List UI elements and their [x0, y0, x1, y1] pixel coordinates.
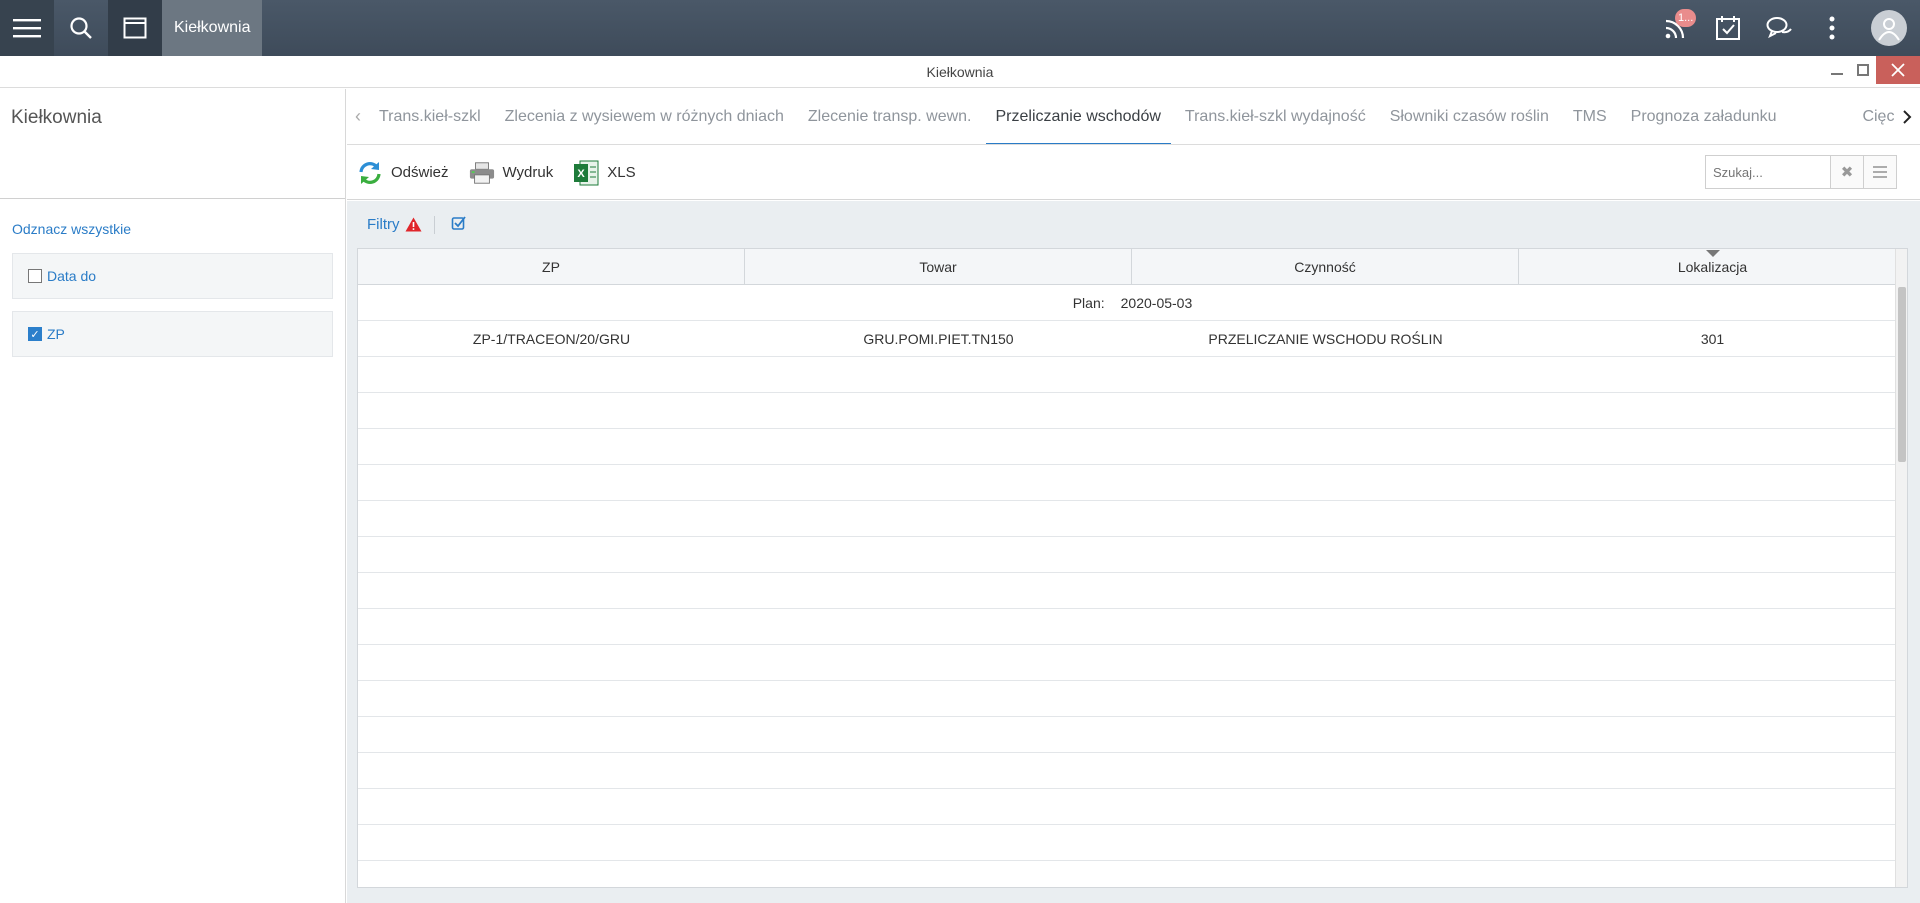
filters-link[interactable]: Filtry — [367, 216, 400, 233]
empty-rows — [358, 357, 1907, 887]
svg-text:X: X — [578, 168, 586, 180]
close-icon[interactable] — [1876, 56, 1920, 84]
tab-scroll-right-icon[interactable] — [1894, 89, 1920, 144]
hamburger-menu-icon[interactable] — [0, 0, 54, 56]
cell-zp: ZP-1/TRACEON/20/GRU — [472, 330, 631, 347]
checkbox[interactable] — [28, 269, 42, 283]
column-header-label: Lokalizacja — [1677, 258, 1748, 275]
refresh-button[interactable]: Odśwież — [357, 160, 449, 186]
refresh-icon — [357, 160, 383, 186]
empty-table-row — [358, 825, 1907, 861]
vertical-scrollbar[interactable] — [1895, 249, 1907, 887]
search-icon[interactable] — [54, 0, 108, 56]
tab-tms[interactable]: TMS — [1561, 89, 1619, 144]
tab-bar: ‹ Trans.kieł-szkl Zlecenia z wysiewem w … — [347, 89, 1920, 145]
empty-table-row — [358, 573, 1907, 609]
tab-slowniki-czasow[interactable]: Słowniki czasów roślin — [1378, 89, 1561, 144]
refresh-label: Odśwież — [391, 164, 449, 181]
grid-header: ZP Towar Czynność Lokalizacja — [358, 249, 1907, 285]
xls-label: XLS — [607, 164, 636, 181]
filter-label: Data do — [47, 268, 97, 284]
empty-table-row — [358, 717, 1907, 753]
xls-button[interactable]: X XLS — [573, 160, 636, 186]
unselect-all-link[interactable]: Odznacz wszystkie — [12, 221, 345, 237]
empty-table-row — [358, 429, 1907, 465]
warning-icon — [405, 217, 422, 232]
data-grid: ZP Towar Czynność Lokalizacja Plan: 2020… — [357, 248, 1908, 888]
toolbar: Odśwież Wydruk X XLS ✖ — [347, 146, 1920, 200]
chat-icon[interactable] — [1754, 0, 1806, 56]
window-controls — [1824, 56, 1920, 84]
calendar-check-icon[interactable] — [1702, 0, 1754, 56]
maximize-icon[interactable] — [1850, 56, 1876, 84]
column-header-zp[interactable]: ZP — [358, 249, 745, 284]
cell-towar: GRU.POMI.PIET.TN150 — [863, 330, 1014, 347]
tab-prognoza-zaladunku[interactable]: Prognoza załadunku — [1619, 89, 1789, 144]
print-button[interactable]: Wydruk — [469, 160, 554, 186]
divider — [433, 215, 435, 234]
print-label: Wydruk — [502, 164, 554, 181]
empty-table-row — [358, 753, 1907, 789]
group-label: Plan: — [1072, 294, 1105, 311]
active-app-tab[interactable]: Kiełkownia — [162, 0, 263, 56]
filter-bar: Filtry — [347, 201, 1920, 248]
excel-icon: X — [573, 160, 599, 186]
empty-table-row — [358, 789, 1907, 825]
feed-icon[interactable]: 1... — [1650, 0, 1702, 56]
filter-item-zp[interactable]: ✓ ZP — [12, 311, 333, 357]
content-area: Filtry ZP Towar Czynność Lokalizacja Pla… — [347, 201, 1920, 903]
edit-filter-icon[interactable] — [451, 215, 467, 235]
tab-zlecenia-wysiew[interactable]: Zlecenia z wysiewem w różnych dniach — [493, 89, 796, 144]
empty-table-row — [358, 357, 1907, 393]
top-bar: Kiełkownia 1... — [0, 0, 1920, 56]
minimize-icon[interactable] — [1824, 56, 1850, 84]
empty-table-row — [358, 609, 1907, 645]
column-header-lokalizacja[interactable]: Lokalizacja — [1519, 249, 1906, 284]
panel-title: Kiełkownia — [0, 89, 345, 199]
cell-lokalizacja: 301 — [1700, 330, 1725, 347]
empty-table-row — [358, 537, 1907, 573]
list-menu-icon[interactable] — [1863, 156, 1896, 188]
window-icon[interactable] — [108, 0, 162, 56]
checkbox-checked[interactable]: ✓ — [28, 327, 42, 341]
user-icon — [1871, 10, 1907, 46]
tab-trans-kiel-szkl[interactable]: Trans.kieł-szkl — [367, 89, 493, 144]
table-row[interactable]: ZP-1/TRACEON/20/GRU GRU.POMI.PIET.TN150 … — [358, 321, 1907, 357]
sort-indicator-icon — [1705, 250, 1720, 257]
search-box: ✖ — [1705, 155, 1897, 189]
tab-scroll-left-icon[interactable]: ‹ — [349, 106, 367, 127]
notification-badge: 1... — [1675, 9, 1697, 27]
empty-table-row — [358, 645, 1907, 681]
group-row[interactable]: Plan: 2020-05-03 — [358, 285, 1907, 321]
empty-table-row — [358, 681, 1907, 717]
tab-przeliczanie-wschodow[interactable]: Przeliczanie wschodów — [984, 89, 1173, 144]
tab-trans-wydajnosc[interactable]: Trans.kieł-szkl wydajność — [1173, 89, 1378, 144]
empty-table-row — [358, 465, 1907, 501]
filter-item-data-do[interactable]: Data do — [12, 253, 333, 299]
empty-table-row — [358, 861, 1907, 887]
group-value: 2020-05-03 — [1120, 294, 1193, 311]
printer-icon — [469, 160, 495, 186]
empty-table-row — [358, 501, 1907, 537]
column-header-towar[interactable]: Towar — [745, 249, 1132, 284]
cell-czynnosc: PRZELICZANIE WSCHODU ROŚLIN — [1208, 330, 1443, 347]
empty-table-row — [358, 393, 1907, 429]
column-header-czynnosc[interactable]: Czynność — [1132, 249, 1519, 284]
scrollbar-thumb[interactable] — [1898, 287, 1906, 462]
filter-label: ZP — [47, 326, 65, 342]
user-avatar[interactable] — [1858, 0, 1920, 56]
clear-search-icon[interactable]: ✖ — [1830, 156, 1863, 188]
tab-zlecenie-transp[interactable]: Zlecenie transp. wewn. — [796, 89, 984, 144]
search-input[interactable] — [1706, 156, 1830, 188]
more-vertical-icon[interactable] — [1806, 0, 1858, 56]
window-title: Kiełkownia — [0, 56, 1920, 88]
left-panel: Kiełkownia Odznacz wszystkie Data do ✓ Z… — [0, 89, 346, 903]
